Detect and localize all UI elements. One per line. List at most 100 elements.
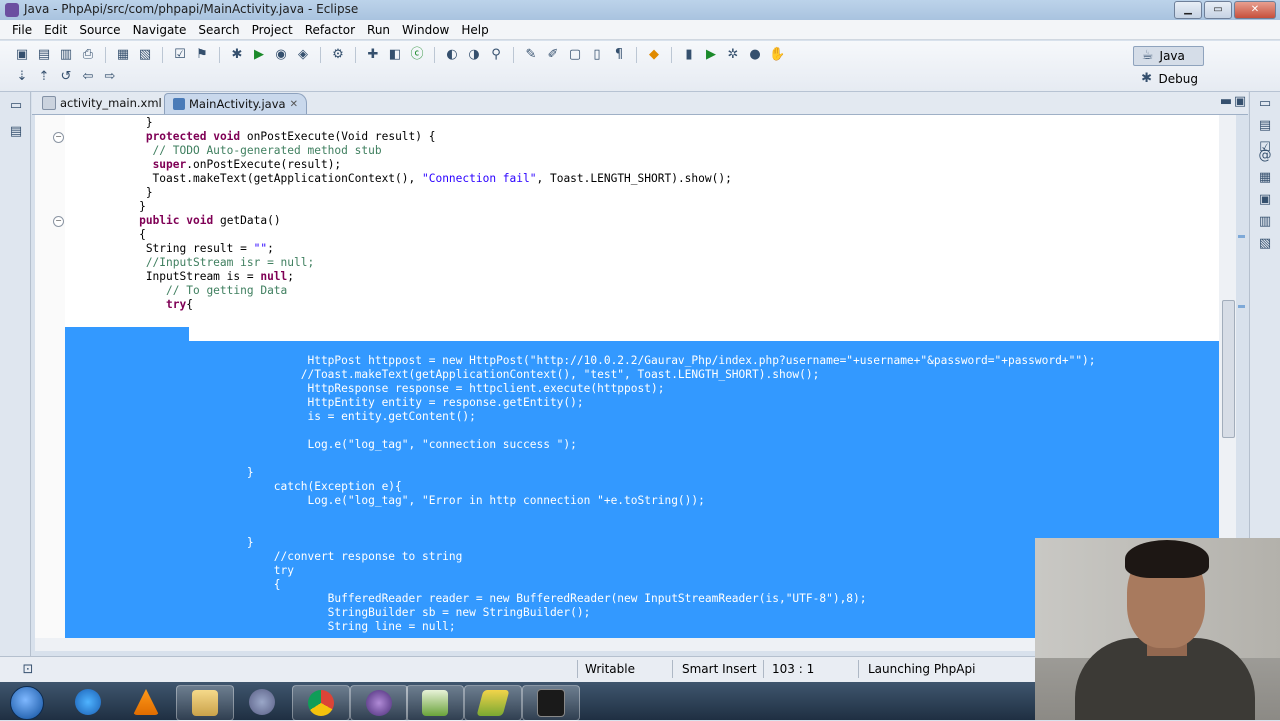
- external-tools-icon[interactable]: ◈: [295, 47, 311, 63]
- open-task-icon[interactable]: ◑: [466, 47, 482, 63]
- pilcrow-icon[interactable]: ¶: [611, 47, 627, 63]
- stop-icon[interactable]: ●: [747, 47, 763, 63]
- forward-icon[interactable]: ⇨: [102, 69, 118, 85]
- code-text: StringBuilder sb = new StringBuilder();: [65, 606, 591, 619]
- debug-icon[interactable]: ✱: [229, 47, 245, 63]
- code-text: HttpPost httppost = new HttpPost("http:/…: [65, 354, 1096, 367]
- console-icon[interactable]: ▣: [1257, 192, 1273, 208]
- taskbar-terminal[interactable]: [522, 685, 580, 721]
- menu-file[interactable]: File: [12, 23, 32, 37]
- menu-navigate[interactable]: Navigate: [133, 23, 187, 37]
- taskbar-vlc[interactable]: [118, 685, 174, 719]
- minimize-button[interactable]: ▁: [1174, 1, 1202, 19]
- start-button[interactable]: [10, 686, 44, 720]
- taskbar-editor[interactable]: [406, 685, 464, 721]
- scrollbar-thumb[interactable]: [1222, 300, 1235, 438]
- menu-window[interactable]: Window: [402, 23, 449, 37]
- code-line: }: [35, 116, 1219, 130]
- build-icon[interactable]: ⚙: [330, 47, 346, 63]
- close-tab-icon[interactable]: ✕: [290, 99, 298, 110]
- menu-help[interactable]: Help: [461, 23, 488, 37]
- status-separator: [858, 660, 859, 678]
- menu-refactor[interactable]: Refactor: [305, 23, 355, 37]
- tab-activity-main-xml[interactable]: activity_main.xml: [34, 93, 170, 113]
- code-line: Log.e("log_tag", "Error in http connecti…: [35, 494, 1219, 508]
- code-line: //Toast.makeText(getApplicationContext()…: [35, 368, 1219, 382]
- menu-search[interactable]: Search: [198, 23, 239, 37]
- android-sdk-icon[interactable]: ▦: [115, 47, 131, 63]
- highlight-icon[interactable]: ✐: [545, 47, 561, 63]
- run-icon[interactable]: ▶: [251, 47, 267, 63]
- check-icon[interactable]: ☑: [172, 47, 188, 63]
- javadoc-icon[interactable]: @: [1257, 148, 1273, 164]
- block-select-icon[interactable]: ▢: [567, 47, 583, 63]
- save-all-icon[interactable]: ▥: [58, 47, 74, 63]
- taskbar-media[interactable]: [234, 685, 290, 719]
- new-class-icon[interactable]: ⓒ: [409, 47, 425, 63]
- overview-marker[interactable]: [1238, 235, 1245, 238]
- new-package-icon[interactable]: ◧: [387, 47, 403, 63]
- xml-file-icon: [42, 96, 56, 110]
- editor-icon: [422, 690, 448, 716]
- search-icon[interactable]: ⚲: [488, 47, 504, 63]
- server-icon[interactable]: ▮: [681, 47, 697, 63]
- close-window-button[interactable]: ✕: [1234, 1, 1276, 19]
- toggle-mark-icon[interactable]: ✎: [523, 47, 539, 63]
- lint-icon[interactable]: ⚑: [194, 47, 210, 63]
- run-server-icon[interactable]: ▶: [703, 47, 719, 63]
- avd-manager-icon[interactable]: ▧: [137, 47, 153, 63]
- save-icon[interactable]: ▤: [36, 47, 52, 63]
- toolbar-separator: [671, 47, 672, 63]
- toolbar-row-2: ⇣ ⇡ ↺ ⇦ ⇨: [14, 66, 118, 88]
- previous-annotation-icon[interactable]: ⇡: [36, 69, 52, 85]
- fast-view-icon[interactable]: ⊡: [20, 662, 36, 678]
- package-icon[interactable]: ◆: [646, 47, 662, 63]
- code-line: // To getting Data: [35, 284, 1219, 298]
- logcat-icon[interactable]: ▥: [1257, 214, 1273, 230]
- menu-project[interactable]: Project: [252, 23, 293, 37]
- toolbar-row-1: ▣ ▤ ▥ ⎙ ▦ ▧ ☑ ⚑ ✱ ▶ ◉ ◈ ⚙ ✚ ◧ ⓒ ◐ ◑ ⚲ ✎ …: [14, 44, 785, 66]
- open-type-icon[interactable]: ◐: [444, 47, 460, 63]
- menu-edit[interactable]: Edit: [44, 23, 67, 37]
- restore-icon[interactable]: ▭: [1257, 96, 1273, 112]
- print-icon[interactable]: ⎙: [80, 47, 96, 63]
- taskbar-explorer[interactable]: [176, 685, 234, 721]
- taskbar-chrome[interactable]: [292, 685, 350, 721]
- taskbar-layers[interactable]: [464, 685, 522, 721]
- back-icon[interactable]: ⇦: [80, 69, 96, 85]
- window-controls: ▁ ▭ ✕: [1174, 1, 1276, 19]
- taskbar-eclipse[interactable]: [350, 685, 408, 721]
- tab-main-activity-java[interactable]: MainActivity.java ✕: [164, 93, 307, 114]
- eclipse-app-icon: [5, 3, 19, 17]
- code-text: }: [65, 186, 153, 199]
- outline-icon[interactable]: ▤: [1257, 118, 1273, 134]
- last-edit-icon[interactable]: ↺: [58, 69, 74, 85]
- overview-marker[interactable]: [1238, 305, 1245, 308]
- problems-icon[interactable]: ▧: [1257, 236, 1273, 252]
- java-perspective-label: Java: [1159, 49, 1185, 63]
- menu-run[interactable]: Run: [367, 23, 390, 37]
- toolbar-separator: [320, 47, 321, 63]
- java-perspective-button[interactable]: ☕ Java: [1132, 46, 1204, 66]
- menu-source[interactable]: Source: [79, 23, 120, 37]
- debug-perspective-button[interactable]: ✱ Debug: [1133, 70, 1204, 88]
- restore-icon[interactable]: ▭: [8, 98, 24, 114]
- next-annotation-icon[interactable]: ⇣: [14, 69, 30, 85]
- code-text: //convert response to string: [65, 550, 463, 563]
- code-text: super.onPostExecute(result);: [152, 158, 342, 171]
- coverage-icon[interactable]: ◉: [273, 47, 289, 63]
- new-icon[interactable]: ▣: [14, 47, 30, 63]
- code-text: {: [65, 578, 281, 591]
- code-line: HttpClient httpclient = new DefaultHttpC…: [35, 326, 1219, 340]
- maximize-editor-icon[interactable]: ▣: [1232, 94, 1248, 110]
- new-java-project-icon[interactable]: ✚: [365, 47, 381, 63]
- show-whitespace-icon[interactable]: ▯: [589, 47, 605, 63]
- hand-icon[interactable]: ✋: [769, 47, 785, 63]
- taskbar-ie[interactable]: [60, 685, 116, 719]
- maximize-button[interactable]: ▭: [1204, 1, 1232, 19]
- debug-server-icon[interactable]: ✲: [725, 47, 741, 63]
- declaration-icon[interactable]: ▦: [1257, 170, 1273, 186]
- package-explorer-icon[interactable]: ▤: [8, 124, 24, 140]
- editor-tabs: activity_main.xml MainActivity.java ✕ ▬ …: [32, 92, 1248, 115]
